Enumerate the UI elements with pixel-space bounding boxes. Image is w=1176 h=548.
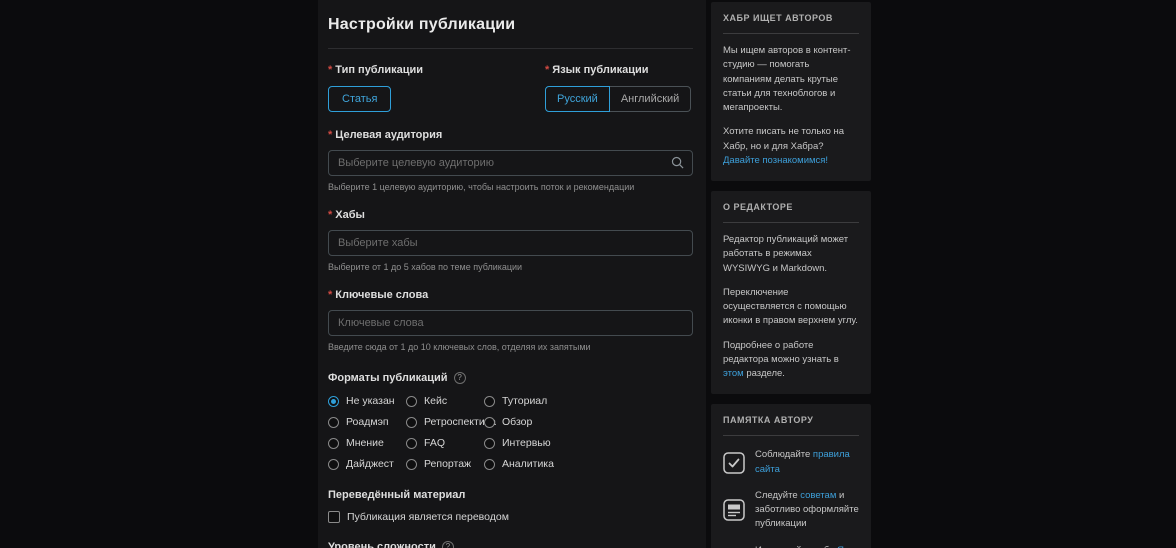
format-option[interactable]: Интервью	[484, 437, 693, 449]
radio-icon	[484, 396, 495, 407]
format-option[interactable]: FAQ	[406, 437, 484, 449]
memo-item-advice: Следуйте советам и заботливо оформляйте …	[723, 489, 859, 532]
checkbox-icon	[328, 511, 340, 523]
difficulty-help-icon[interactable]: ?	[442, 541, 454, 548]
format-option[interactable]: Не указан	[328, 395, 406, 407]
page-title: Настройки публикации	[328, 16, 693, 34]
about-editor-header: О РЕДАКТОРЕ	[723, 202, 859, 212]
keywords-hint: Введите сюда от 1 до 10 ключевых слов, о…	[328, 342, 693, 352]
about-editor-box: О РЕДАКТОРЕ Редактор публикаций может ра…	[711, 191, 871, 394]
radio-icon	[406, 396, 417, 407]
hubs-label: *Хабы	[328, 209, 693, 221]
hubs-hint: Выберите от 1 до 5 хабов по теме публика…	[328, 262, 693, 272]
difficulty-label: Уровень сложности	[328, 541, 436, 548]
radio-icon	[484, 459, 495, 470]
authors-text-2: Хотите писать не только на Хабр, но и дл…	[723, 125, 859, 168]
format-option[interactable]: Туториал	[484, 395, 693, 407]
format-option[interactable]: Кейс	[406, 395, 484, 407]
author-memo-header: ПАМЯТКА АВТОРУ	[723, 415, 859, 425]
audience-label: *Целевая аудитория	[328, 129, 693, 141]
keywords-input[interactable]	[328, 310, 693, 336]
format-option[interactable]: Роадмэп	[328, 416, 406, 428]
author-memo-box: ПАМЯТКА АВТОРУ Соблюдайте правила сайта …	[711, 404, 871, 548]
lets-meet-link[interactable]: Давайте познакомимся!	[723, 155, 828, 166]
radio-icon	[406, 438, 417, 449]
formats-label: Форматы публикаций	[328, 372, 448, 384]
advice-link[interactable]: советам	[800, 490, 836, 501]
habr-seeks-authors-header: ХАБР ИЩЕТ АВТОРОВ	[723, 13, 859, 23]
language-russian-button[interactable]: Русский	[545, 86, 610, 112]
audience-hint: Выберите 1 целевую аудиторию, чтобы наст…	[328, 182, 693, 192]
article-icon	[723, 499, 745, 521]
formats-help-icon[interactable]: ?	[454, 372, 466, 384]
habr-seeks-authors-box: ХАБР ИЩЕТ АВТОРОВ Мы ищем авторов в конт…	[711, 2, 871, 181]
radio-icon	[406, 417, 417, 428]
radio-icon	[328, 417, 339, 428]
editor-text-3: Подробнее о работе редактора можно узнат…	[723, 339, 859, 382]
format-option[interactable]: Аналитика	[484, 458, 693, 470]
authors-text-1: Мы ищем авторов в контент-студию — помог…	[723, 44, 859, 115]
radio-icon	[484, 438, 495, 449]
format-option[interactable]: Репортаж	[406, 458, 484, 470]
check-icon	[723, 452, 745, 474]
sidebar: ХАБР ИЩЕТ АВТОРОВ Мы ищем авторов в конт…	[711, 2, 871, 548]
keywords-label: *Ключевые слова	[328, 289, 693, 301]
publication-type-article-button[interactable]: Статья	[328, 86, 391, 112]
translation-label: Переведённый материал	[328, 489, 693, 501]
editor-docs-link[interactable]: этом	[723, 368, 744, 379]
title-divider	[328, 48, 693, 49]
radio-icon	[484, 417, 495, 428]
type-label: *Тип публикации	[328, 64, 545, 76]
memo-item-rules: Соблюдайте правила сайта	[723, 448, 859, 477]
formats-radio-group: Не указан Кейс Туториал Роадмэп Ретроспе…	[328, 395, 693, 470]
radio-icon	[328, 438, 339, 449]
format-option[interactable]: Обзор	[484, 416, 693, 428]
format-option[interactable]: Дайджест	[328, 458, 406, 470]
memo-item-pr-hub: Используйте хаб «Я пиарюсь» для рекламны…	[723, 544, 859, 548]
translation-checkbox-row[interactable]: Публикация является переводом	[328, 511, 693, 523]
language-toggle: Русский Английский	[545, 86, 691, 112]
publication-settings-panel: Настройки публикации *Тип публикации Ста…	[318, 0, 706, 548]
hubs-input[interactable]	[328, 230, 693, 256]
editor-text-2: Переключение осуществляется с помощью ик…	[723, 286, 859, 329]
format-option[interactable]: Мнение	[328, 437, 406, 449]
radio-icon	[328, 396, 339, 407]
language-label: *Язык публикации	[545, 64, 691, 76]
format-option[interactable]: Ретроспектива	[406, 416, 484, 428]
search-icon	[671, 156, 684, 169]
radio-icon	[328, 459, 339, 470]
audience-input[interactable]	[328, 150, 693, 176]
editor-text-1: Редактор публикаций может работать в реж…	[723, 233, 859, 276]
radio-icon	[406, 459, 417, 470]
language-english-button[interactable]: Английский	[610, 86, 692, 112]
